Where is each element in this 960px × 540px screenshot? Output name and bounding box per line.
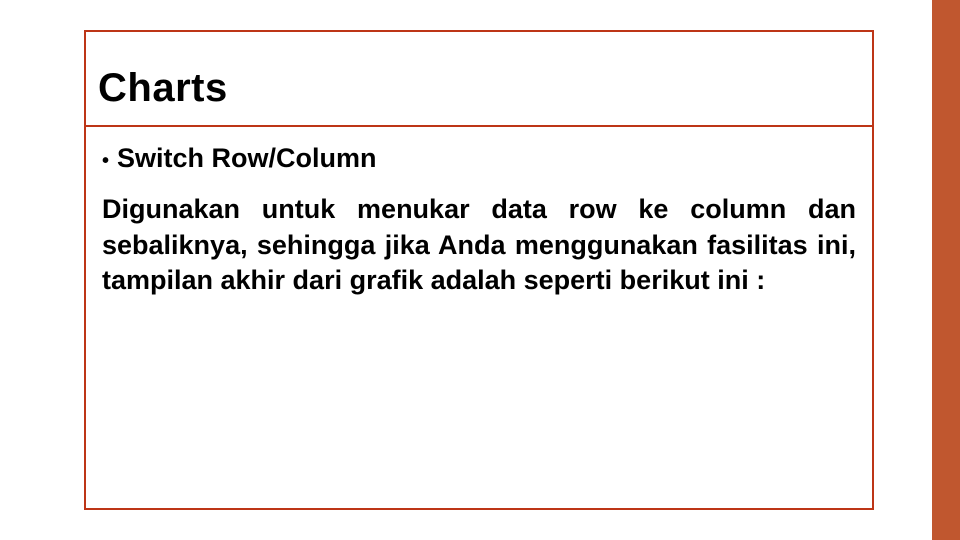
bullet-text: Switch Row/Column [117,143,377,174]
accent-bar [932,0,960,540]
content-frame: Charts • Switch Row/Column Digunakan unt… [84,30,874,510]
slide-paragraph: Digunakan untuk menukar data row ke colu… [102,192,856,299]
title-box: Charts [86,32,872,127]
slide-title: Charts [98,66,860,111]
bullet-dot-icon: • [102,151,109,171]
bullet-line: • Switch Row/Column [102,143,856,174]
body-box: • Switch Row/Column Digunakan untuk menu… [86,127,872,319]
